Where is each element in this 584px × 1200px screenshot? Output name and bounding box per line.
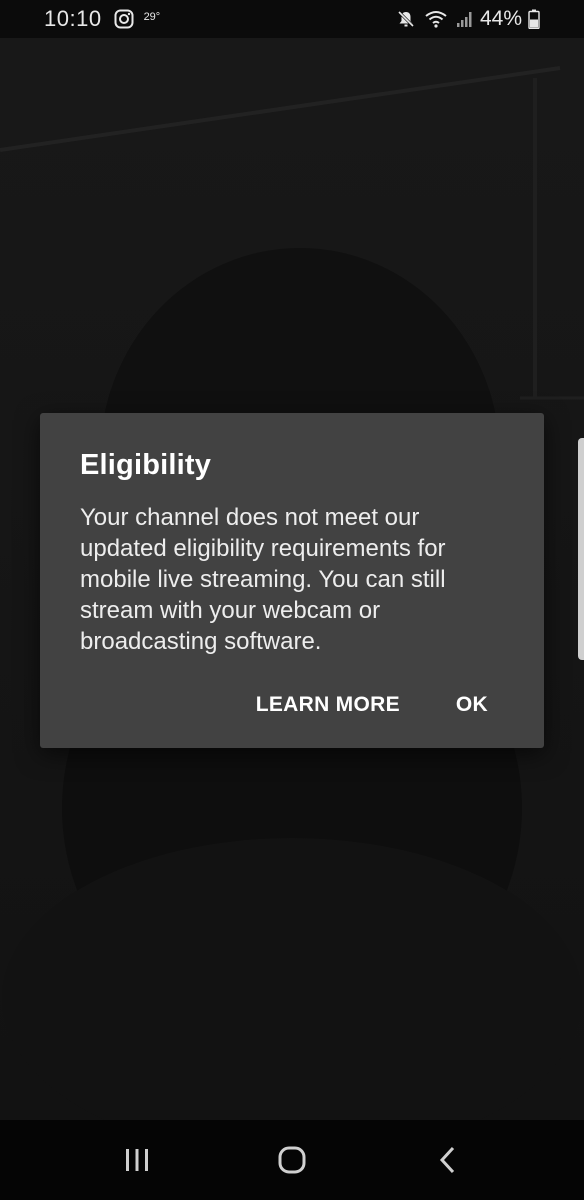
home-icon [278,1146,306,1174]
home-button[interactable] [262,1130,322,1190]
status-temperature: 29° [143,11,161,23]
navigation-bar [0,1120,584,1200]
status-bar: 10:10 29° 44% [0,0,584,38]
status-left: 10:10 29° [44,6,160,32]
instagram-icon [114,9,134,29]
status-right: 44% [396,7,540,31]
dialog-actions: LEARN MORE OK [256,685,544,725]
wifi-icon [425,11,447,28]
signal-icon [456,12,472,27]
battery-icon [528,9,540,29]
recents-icon [126,1149,149,1171]
status-time: 10:10 [44,6,102,31]
eligibility-dialog: Eligibility Your channel does not meet o… [40,413,544,748]
screen: 10:10 29° 44% Eligibility Your channel d… [0,0,584,1200]
edge-panel-handle[interactable] [578,438,584,660]
back-button[interactable] [417,1130,477,1190]
mute-icon [397,10,415,28]
learn-more-button[interactable]: LEARN MORE [256,693,400,717]
back-icon [439,1146,454,1174]
ok-button[interactable]: OK [456,693,488,717]
recents-button[interactable] [107,1130,167,1190]
dialog-message: Your channel does not meet our updated e… [80,504,446,655]
battery-percent: 44% [479,7,522,30]
dialog-title: Eligibility [80,449,212,481]
